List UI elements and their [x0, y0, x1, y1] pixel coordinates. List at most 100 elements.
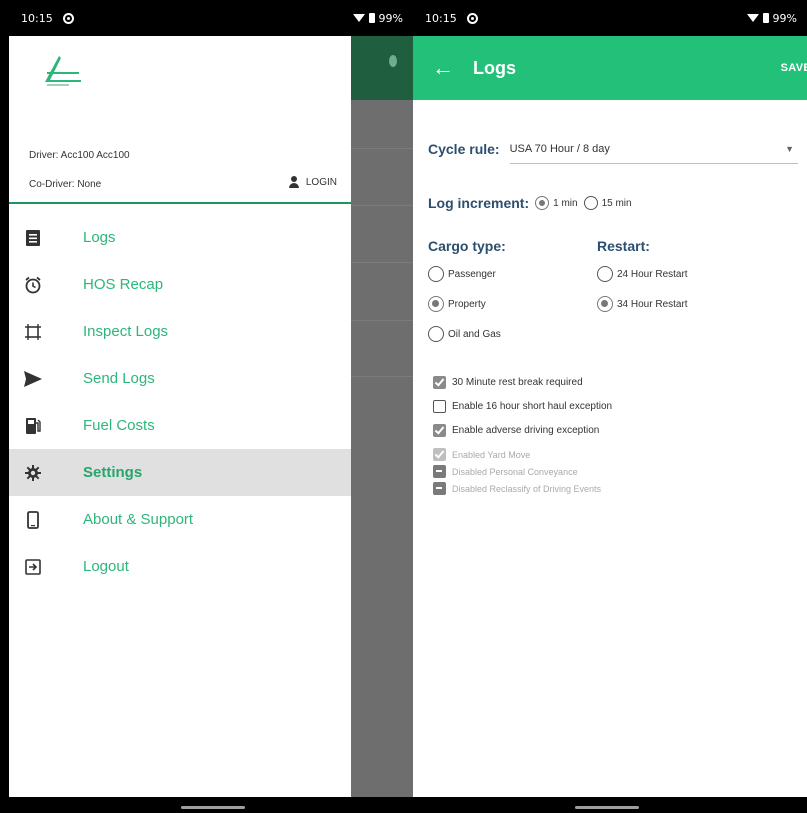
- drawer-menu: Logs HOS Recap Inspect Logs Send Logs Fu…: [9, 214, 351, 590]
- menu-item-logout[interactable]: Logout: [9, 543, 351, 590]
- option-label: Oil and Gas: [448, 328, 501, 340]
- list-icon: [23, 228, 43, 248]
- menu-item-hos-recap[interactable]: HOS Recap: [9, 261, 351, 308]
- scrim-divider: [351, 205, 413, 206]
- status-bar: 10:15 99%: [9, 0, 413, 36]
- home-gesture-handle[interactable]: [181, 806, 245, 809]
- driver-name: Driver: Acc100 Acc100: [29, 150, 130, 161]
- restart-34h-radio[interactable]: 34 Hour Restart: [597, 292, 688, 316]
- checkbox-checked-icon: [433, 376, 446, 389]
- short-haul-checkbox[interactable]: Enable 16 hour short haul exception: [433, 400, 612, 413]
- checkbox-unchecked-icon: [433, 400, 446, 413]
- adverse-driving-checkbox[interactable]: Enable adverse driving exception: [433, 424, 612, 437]
- alarm-icon: [23, 275, 43, 295]
- checkbox-disabled-icon: [433, 465, 446, 478]
- option-label: Passenger: [448, 268, 496, 280]
- radio-unchecked-icon: [428, 326, 444, 342]
- status-time: 10:15: [21, 11, 53, 25]
- menu-label: Inspect Logs: [83, 323, 169, 340]
- menu-item-inspect-logs[interactable]: Inspect Logs: [9, 308, 351, 355]
- app-logo: [39, 50, 85, 90]
- checkbox-label: Enable adverse driving exception: [452, 425, 600, 436]
- checkbox-label: Disabled Personal Conveyance: [452, 466, 578, 477]
- option-label: 15 min: [601, 197, 632, 209]
- cycle-rule-label: Cycle rule:: [428, 141, 500, 157]
- codriver-name: Co-Driver: None: [29, 179, 102, 190]
- yard-move-checkbox: Enabled Yard Move: [433, 448, 612, 461]
- fuel-icon: [23, 416, 43, 436]
- right-screen: 10:15 99% ← Logs SAVE Cycle rule: USA 70…: [413, 0, 807, 813]
- menu-label: About & Support: [83, 511, 194, 528]
- home-gesture-handle[interactable]: [575, 806, 639, 809]
- restart-label: Restart:: [597, 238, 650, 254]
- restart-group: Restart: 24 Hour Restart 34 Hour Restart: [597, 238, 688, 322]
- dropdown-arrow-icon: ▼: [785, 143, 794, 154]
- battery-icon: [368, 13, 375, 23]
- system-nav-bar: [413, 797, 807, 813]
- status-time: 10:15: [425, 11, 457, 25]
- checkbox-label: Disabled Reclassify of Driving Events: [452, 483, 602, 494]
- scrim-divider: [351, 376, 413, 377]
- increment-1min-radio[interactable]: 1 min: [535, 196, 578, 210]
- scrim-divider: [351, 320, 413, 321]
- send-icon: [23, 369, 43, 389]
- cargo-type-label: Cargo type:: [428, 238, 506, 254]
- menu-item-about-support[interactable]: About & Support: [9, 496, 351, 543]
- menu-item-fuel-costs[interactable]: Fuel Costs: [9, 402, 351, 449]
- cargo-passenger-radio[interactable]: Passenger: [428, 262, 506, 286]
- increment-15min-radio[interactable]: 15 min: [583, 196, 632, 210]
- log-increment-label: Log increment:: [428, 195, 530, 211]
- menu-item-settings[interactable]: Settings: [9, 449, 351, 496]
- option-label: 24 Hour Restart: [617, 268, 688, 280]
- menu-label: HOS Recap: [83, 276, 164, 293]
- cargo-property-radio[interactable]: Property: [428, 292, 506, 316]
- scrim-app-bar: [351, 36, 413, 100]
- radio-unchecked-icon: [428, 266, 444, 282]
- menu-item-send-logs[interactable]: Send Logs: [9, 355, 351, 402]
- status-bar: 10:15 99%: [413, 0, 807, 36]
- checkbox-label: Enable 16 hour short haul exception: [452, 401, 613, 412]
- phone-icon: [23, 510, 43, 530]
- checkbox-label: Enabled Yard Move: [452, 449, 531, 460]
- cargo-type-group: Cargo type: Passenger Property Oil and G…: [428, 238, 506, 352]
- cycle-rule-value: USA 70 Hour / 8 day: [509, 142, 610, 155]
- exit-icon: [23, 557, 43, 577]
- battery-percent: 99%: [772, 11, 797, 25]
- radio-unchecked-icon: [583, 196, 598, 210]
- menu-label: Fuel Costs: [83, 417, 155, 434]
- screen: 10:15 99% Driver: Acc100 Acc100 Co-Drive…: [0, 0, 807, 813]
- cycle-rule-select[interactable]: USA 70 Hour / 8 day ▼: [509, 134, 798, 164]
- cargo-oil-gas-radio[interactable]: Oil and Gas: [428, 322, 506, 346]
- save-button[interactable]: SAVE: [781, 62, 807, 74]
- app-bar: ← Logs SAVE: [413, 36, 807, 100]
- scrim-divider: [351, 262, 413, 263]
- sync-icon: [466, 12, 478, 24]
- checkbox-disabled-icon: [433, 448, 446, 461]
- menu-item-logs[interactable]: Logs: [9, 214, 351, 261]
- battery-percent: 99%: [378, 11, 403, 25]
- location-pin-icon: [389, 55, 397, 67]
- checkbox-label: 30 Minute rest break required: [452, 377, 583, 388]
- inspect-icon: [23, 322, 43, 342]
- menu-label: Settings: [83, 464, 143, 481]
- option-label: 1 min: [553, 197, 578, 209]
- log-increment-row: Log increment: 1 min 15 min: [428, 195, 632, 211]
- system-nav-bar: [9, 797, 413, 813]
- battery-icon: [762, 13, 769, 23]
- divider: [9, 202, 351, 204]
- rest-break-checkbox[interactable]: 30 Minute rest break required: [433, 376, 612, 389]
- radio-checked-icon: [428, 296, 444, 312]
- option-label: Property: [448, 298, 486, 310]
- login-button[interactable]: LOGIN: [288, 176, 337, 188]
- cycle-rule-row: Cycle rule: USA 70 Hour / 8 day ▼: [428, 132, 798, 166]
- restart-24h-radio[interactable]: 24 Hour Restart: [597, 262, 688, 286]
- gear-icon: [23, 463, 43, 483]
- menu-label: Send Logs: [83, 370, 155, 387]
- radio-checked-icon: [535, 196, 550, 210]
- menu-label: Logout: [83, 558, 129, 575]
- wifi-icon: [352, 14, 365, 22]
- personal-conveyance-checkbox: Disabled Personal Conveyance: [433, 465, 612, 478]
- reclassify-events-checkbox: Disabled Reclassify of Driving Events: [433, 482, 612, 495]
- checkbox-disabled-icon: [433, 482, 446, 495]
- back-arrow-icon[interactable]: ←: [419, 44, 467, 92]
